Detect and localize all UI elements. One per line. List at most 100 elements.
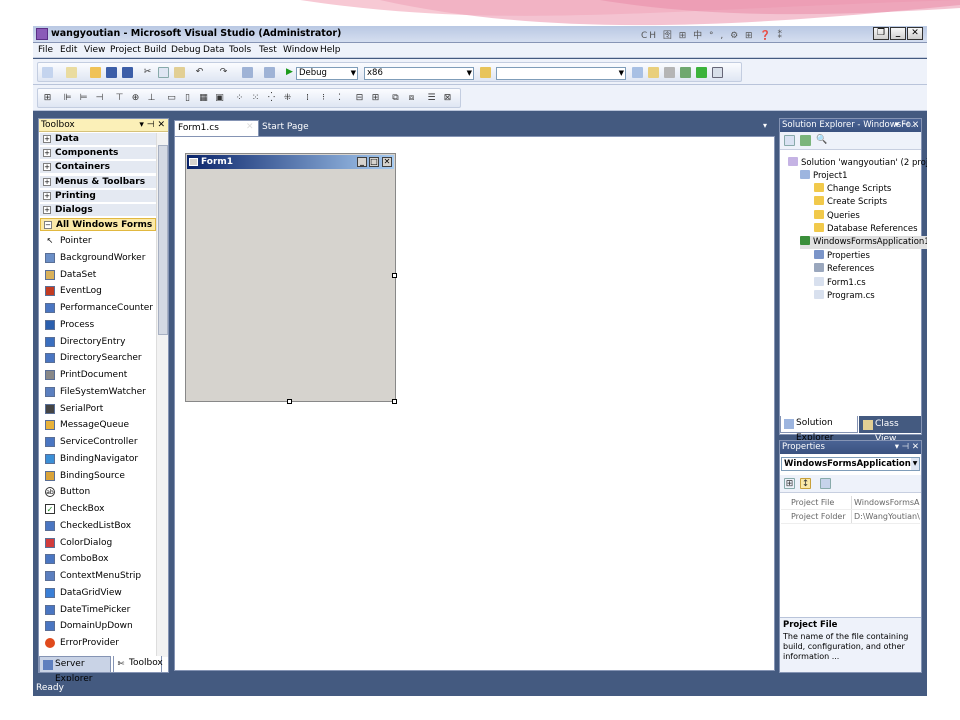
tree-solution[interactable]: Solution 'wangyoutian' (2 projects) xyxy=(788,157,927,170)
object-browser-icon[interactable] xyxy=(680,67,691,78)
close-tab-icon[interactable]: ✕ xyxy=(246,122,254,132)
toolbox-item-errorprovider[interactable]: ErrorProvider xyxy=(41,635,155,651)
toolbox-item-combobox[interactable]: ComboBox xyxy=(41,551,155,567)
menu-data[interactable]: Data xyxy=(203,45,225,55)
tree-item-program-cs[interactable]: Program.cs xyxy=(814,290,875,303)
menu-edit[interactable]: Edit xyxy=(60,45,77,55)
align-centers-icon[interactable]: ⊨ xyxy=(78,93,89,104)
tree-item-database-references[interactable]: Database References xyxy=(814,223,918,236)
collapse-icon[interactable]: − xyxy=(44,221,52,230)
make-same-size-icon[interactable]: ▣ xyxy=(214,93,225,104)
navigate-forward-icon[interactable] xyxy=(264,67,275,78)
solution-platform-dropdown[interactable]: x86 ▼ xyxy=(364,67,474,80)
make-same-height-icon[interactable]: ▦ xyxy=(198,93,209,104)
toolbox-item-datetimepicker[interactable]: DateTimePicker xyxy=(41,602,155,618)
horizontal-spacing-equal-icon[interactable]: ⁘ xyxy=(234,93,245,104)
alphabetical-icon[interactable]: ↕ xyxy=(800,478,811,489)
refresh-icon[interactable] xyxy=(800,135,811,146)
make-same-width-icon[interactable]: ▭ xyxy=(166,93,177,104)
toolbox-item-bindingnavigator[interactable]: BindingNavigator xyxy=(41,451,155,467)
resize-handle-bottom-right[interactable] xyxy=(392,399,397,404)
find-combo[interactable]: ▼ xyxy=(496,67,626,80)
solution-configuration-dropdown[interactable]: Debug ▼ xyxy=(296,67,358,80)
open-file-icon[interactable] xyxy=(90,67,101,78)
toolbox-item-directoryentry[interactable]: DirectoryEntry xyxy=(41,334,155,350)
size-to-grid-icon[interactable]: ▯ xyxy=(182,93,193,104)
toolbox-item-process[interactable]: Process xyxy=(41,317,155,333)
tab-order-icon[interactable]: ☰ xyxy=(426,93,437,104)
tree-item-queries[interactable]: Queries xyxy=(814,209,860,223)
center-vertically-icon[interactable]: ⊞ xyxy=(370,93,381,104)
tab-server-explorer[interactable]: Server Explorer xyxy=(39,656,111,684)
find-in-files-icon[interactable] xyxy=(480,67,491,78)
menu-file[interactable]: File xyxy=(38,45,53,55)
new-project-icon[interactable] xyxy=(42,67,53,78)
toolbox-item-domainupdown[interactable]: DomainUpDown xyxy=(41,618,155,634)
align-rights-icon[interactable]: ⊣ xyxy=(94,93,105,104)
toolbox-scrollbar[interactable] xyxy=(156,133,168,657)
save-icon[interactable] xyxy=(106,67,117,78)
property-row[interactable]: Project Folder D:\WangYoutian\con xyxy=(781,510,920,524)
show-all-files-icon[interactable]: 🔍 xyxy=(816,135,827,146)
toolbox-category-dialogs[interactable]: + Dialogs xyxy=(40,204,156,217)
tree-item-change-scripts[interactable]: Change Scripts xyxy=(814,183,891,196)
start-debugging-icon[interactable]: ▶ xyxy=(284,67,295,78)
toolbox-category-containers[interactable]: + Containers xyxy=(40,161,156,175)
toolbox-item-contextmenustrip[interactable]: ContextMenuStrip xyxy=(41,568,155,584)
toolbox-item-pointer[interactable]: ↖ Pointer xyxy=(41,233,155,249)
toolbox-item-messagequeue[interactable]: MessageQueue xyxy=(41,417,155,433)
toolbox-category-menus-toolbars[interactable]: + Menus & Toolbars xyxy=(40,175,156,189)
toolbox-item-directorysearcher[interactable]: DirectorySearcher xyxy=(41,350,155,366)
menu-project[interactable]: Project xyxy=(110,45,141,55)
property-row[interactable]: Project File WindowsFormsApplic xyxy=(781,496,920,510)
menu-tools[interactable]: Tools xyxy=(229,45,251,55)
bring-to-front-icon[interactable]: ⧉ xyxy=(390,93,401,104)
properties-icon[interactable] xyxy=(664,67,675,78)
toolbox-category-printing[interactable]: + Printing xyxy=(40,189,156,203)
property-pages-icon[interactable] xyxy=(820,478,831,489)
form1-window[interactable]: Form1 _ □ ✕ xyxy=(185,153,396,402)
remove-horizontal-spacing-icon[interactable]: ⁜ xyxy=(282,93,293,104)
toolbox-item-backgroundworker[interactable]: BackgroundWorker xyxy=(41,250,155,266)
toolbox-item-serialport[interactable]: SerialPort xyxy=(41,401,155,417)
toolbox-item-checkbox[interactable]: ✓ CheckBox xyxy=(41,501,155,517)
undo-icon[interactable]: ↶ xyxy=(194,67,205,78)
expand-icon[interactable]: + xyxy=(43,191,51,200)
expand-icon[interactable]: + xyxy=(43,135,51,143)
save-all-icon[interactable] xyxy=(122,67,133,78)
ime-toolbar[interactable]: CH 囹 ⊞ 中 ° , ⚙ ⊞ ❓ ⁑ xyxy=(641,28,801,41)
align-middles-icon[interactable]: ⊕ xyxy=(130,93,141,104)
tree-item-references[interactable]: References xyxy=(814,263,874,276)
toolbox-item-printdocument[interactable]: PrintDocument xyxy=(41,367,155,383)
toolbox-pin-controls[interactable]: ▾ ⊣ ✕ xyxy=(139,119,165,131)
expand-icon[interactable]: + xyxy=(43,149,51,158)
menu-build[interactable]: Build xyxy=(144,45,167,55)
find-icon[interactable] xyxy=(632,67,643,78)
toolbox-item-servicecontroller[interactable]: ServiceController xyxy=(41,434,155,450)
menu-window[interactable]: Window xyxy=(283,45,319,55)
menu-help[interactable]: Help xyxy=(320,45,341,55)
tab-class-view[interactable]: Class View xyxy=(859,416,921,444)
toolbox-item-colordialog[interactable]: ColorDialog xyxy=(41,535,155,551)
toolbox-item-datagridview[interactable]: DataGridView xyxy=(41,585,155,601)
align-tops-icon[interactable]: ⊤ xyxy=(114,93,125,104)
toolbox-item-eventlog[interactable]: EventLog xyxy=(41,283,155,299)
send-to-back-icon[interactable]: ⧈ xyxy=(406,93,417,104)
toolbox-item-button[interactable]: ab Button xyxy=(41,484,155,500)
restore-button[interactable]: ❐ xyxy=(873,27,889,40)
resize-handle-bottom[interactable] xyxy=(287,399,292,404)
solution-explorer-icon[interactable] xyxy=(648,67,659,78)
menu-view[interactable]: View xyxy=(84,45,105,55)
properties-pane-controls[interactable]: ▾ ⊣ ✕ xyxy=(895,441,919,453)
object-selector-dropdown[interactable]: WindowsFormsApplication1 Proje ▼ xyxy=(781,457,920,471)
align-lefts-icon[interactable]: ⊫ xyxy=(62,93,73,104)
toolbox-item-checkedlistbox[interactable]: CheckedListBox xyxy=(41,518,155,534)
tab-overflow-icon[interactable]: ▾ xyxy=(763,121,767,130)
decrease-horizontal-spacing-icon[interactable]: ⁛ xyxy=(266,93,277,104)
categorized-icon[interactable]: ⊞ xyxy=(784,478,795,489)
expand-icon[interactable]: + xyxy=(43,163,51,172)
add-item-icon[interactable] xyxy=(66,67,77,78)
expand-icon[interactable]: + xyxy=(43,177,51,186)
toolbox-item-performancecounter[interactable]: PerformanceCounter xyxy=(41,300,155,316)
copy-icon[interactable] xyxy=(158,67,169,78)
